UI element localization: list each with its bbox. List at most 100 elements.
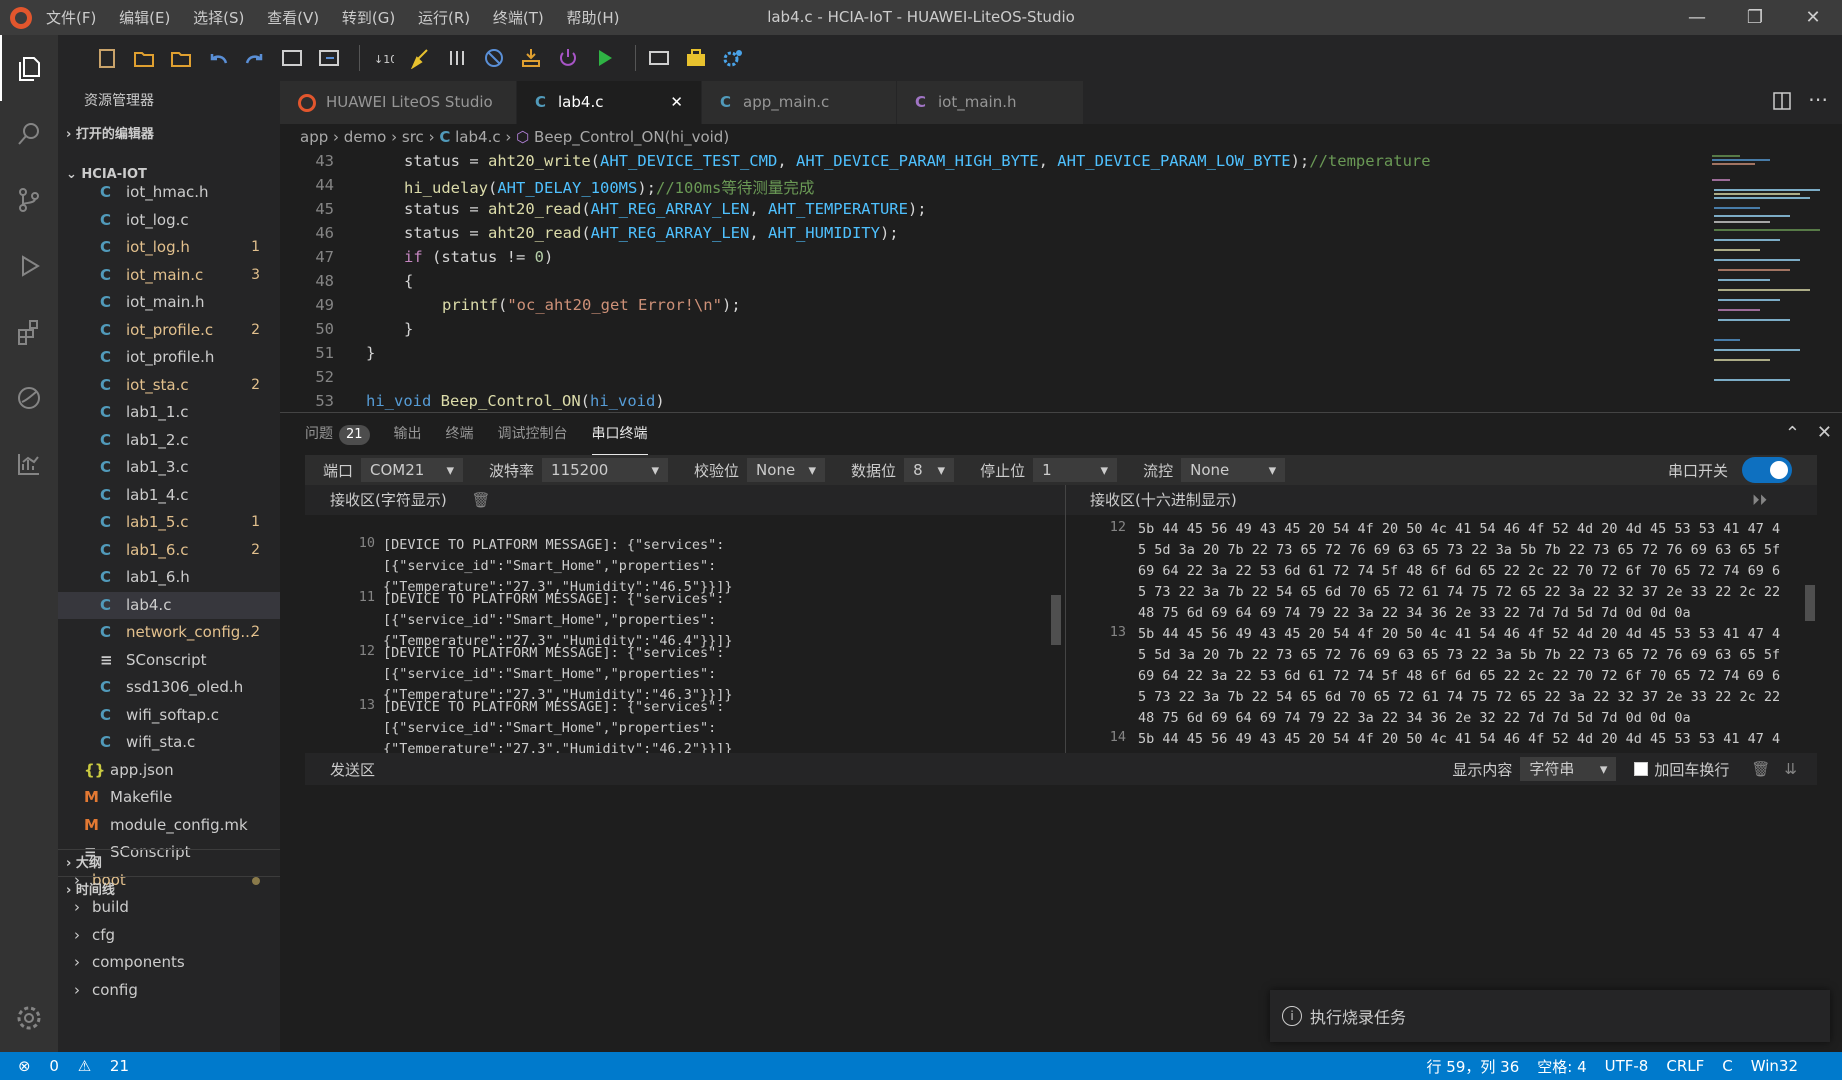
menu-edit[interactable]: 编辑(E) xyxy=(119,9,170,27)
close-panel-icon[interactable]: ✕ xyxy=(1817,422,1832,443)
close-tab-icon[interactable]: ✕ xyxy=(670,81,683,124)
file-item[interactable]: Clab1_2.c xyxy=(58,427,280,455)
file-item[interactable]: Ciot_log.h 1 xyxy=(58,234,280,262)
power-icon[interactable] xyxy=(553,43,583,73)
folder-item[interactable]: › config xyxy=(58,977,280,1005)
tab-serial-terminal[interactable]: 串口终端 xyxy=(591,413,648,455)
tab-app-main-c[interactable]: C app_main.c xyxy=(702,81,897,124)
undo-icon[interactable] xyxy=(203,43,233,73)
new-project-icon[interactable] xyxy=(92,43,122,73)
burn-icon[interactable] xyxy=(516,43,546,73)
breadcrumb-file[interactable]: lab4.c xyxy=(455,128,500,146)
window-icon[interactable] xyxy=(277,43,307,73)
fast-forward-icon[interactable]: ⏵⏵ xyxy=(1752,485,1767,515)
menu-go[interactable]: 转到(G) xyxy=(342,9,395,27)
minimap[interactable] xyxy=(1700,150,1842,412)
search-icon[interactable] xyxy=(0,101,58,167)
display-content-select[interactable]: 字符串 ▾ xyxy=(1520,757,1617,781)
clean-icon[interactable] xyxy=(405,43,435,73)
breadcrumb-symbol[interactable]: Beep_Control_ON(hi_void) xyxy=(534,128,729,146)
maximize-button[interactable]: ❐ xyxy=(1726,0,1784,35)
menu-selection[interactable]: 选择(S) xyxy=(193,9,244,27)
file-item[interactable]: M Makefile xyxy=(58,784,280,812)
eol-status[interactable]: CRLF xyxy=(1666,1057,1704,1075)
project-settings-icon[interactable] xyxy=(718,43,748,73)
file-item[interactable]: Clab1_5.c 1 xyxy=(58,509,280,537)
stop-icon[interactable] xyxy=(479,43,509,73)
serial-icon[interactable] xyxy=(644,43,674,73)
trash-icon[interactable]: 🗑 xyxy=(472,491,491,509)
menu-help[interactable]: 帮助(H) xyxy=(567,9,620,27)
toolbox-icon[interactable] xyxy=(681,43,711,73)
trash-icon[interactable]: 🗑 xyxy=(1751,760,1770,778)
flow-select[interactable]: None ▾ xyxy=(1181,458,1286,482)
file-item[interactable]: Ciot_hmac.h xyxy=(58,179,280,207)
tab-liteos-studio[interactable]: HUAWEI LiteOS Studio xyxy=(280,81,517,124)
explorer-icon[interactable] xyxy=(0,35,58,101)
tab-lab4-c[interactable]: C lab4.c ✕ xyxy=(517,81,702,124)
file-item[interactable]: Clab1_4.c xyxy=(58,482,280,510)
open-folder-icon[interactable] xyxy=(129,43,159,73)
more-actions-icon[interactable]: ⋯ xyxy=(1808,87,1828,111)
file-item[interactable]: Ciot_main.c 3 xyxy=(58,262,280,290)
settings-gear-icon[interactable] xyxy=(0,985,58,1051)
scrollbar[interactable] xyxy=(1051,595,1061,645)
import-folder-icon[interactable] xyxy=(166,43,196,73)
platform-status[interactable]: Win32 xyxy=(1751,1057,1798,1075)
file-item[interactable]: {} app.json xyxy=(58,757,280,785)
problems-status[interactable]: ⊗ 0 ⚠ 21 xyxy=(18,1057,143,1075)
menu-run[interactable]: 运行(R) xyxy=(418,9,470,27)
encoding-status[interactable]: UTF-8 xyxy=(1605,1057,1649,1075)
extensions-icon[interactable] xyxy=(0,299,58,365)
file-item[interactable]: Ciot_sta.c 2 xyxy=(58,372,280,400)
redo-icon[interactable] xyxy=(240,43,270,73)
menu-view[interactable]: 查看(V) xyxy=(267,9,319,27)
run-debug-icon[interactable] xyxy=(0,233,58,299)
folder-item[interactable]: › components xyxy=(58,949,280,977)
close-window-button[interactable]: ✕ xyxy=(1784,0,1842,35)
file-item[interactable]: Ciot_profile.c 2 xyxy=(58,317,280,345)
double-chevron-down-icon[interactable]: ⇊ xyxy=(1784,760,1797,778)
tab-output[interactable]: 输出 xyxy=(394,413,422,455)
folder-item[interactable]: › cfg xyxy=(58,922,280,950)
compile-icon[interactable]: ↓10 xyxy=(368,43,398,73)
file-item[interactable]: Cwifi_softap.c xyxy=(58,702,280,730)
breadcrumb-demo[interactable]: demo xyxy=(344,128,387,146)
code-editor[interactable]: 43 44 45 46 47 48 49 50 51 52 53 status … xyxy=(280,150,1700,412)
file-item[interactable]: Cssd1306_oled.h xyxy=(58,674,280,702)
language-status[interactable]: C xyxy=(1722,1057,1732,1075)
run-icon[interactable] xyxy=(590,43,620,73)
file-item[interactable]: Clab1_6.c 2 xyxy=(58,537,280,565)
stopbits-select[interactable]: 1 ▾ xyxy=(1033,458,1118,482)
rx-string-body[interactable]: 10 [DEVICE TO PLATFORM MESSAGE]: {"servic… xyxy=(305,515,1065,753)
open-editors-section[interactable]: › 打开的编辑器 xyxy=(58,121,280,149)
serial-switch-toggle[interactable] xyxy=(1742,457,1792,483)
file-item[interactable]: Cwifi_sta.c xyxy=(58,729,280,757)
timeline-section[interactable]: › 时间线 xyxy=(58,876,280,905)
file-item[interactable]: Cnetwork_config... 2 xyxy=(58,619,280,647)
rx-hex-body[interactable]: 12 5b 44 45 56 49 43 45 20 54 4f 20 50 4c… xyxy=(1066,515,1817,753)
tab-iot-main-h[interactable]: C iot_main.h xyxy=(897,81,1084,124)
rebuild-icon[interactable] xyxy=(442,43,472,73)
parity-select[interactable]: None ▾ xyxy=(747,458,826,482)
file-item[interactable]: Mmodule_config.mk xyxy=(58,812,280,840)
scrollbar[interactable] xyxy=(1805,585,1815,621)
source-control-icon[interactable] xyxy=(0,167,58,233)
cursor-position[interactable]: 行 59，列 36 xyxy=(1427,1056,1520,1077)
file-item[interactable]: Ciot_profile.h xyxy=(58,344,280,372)
liteos-icon[interactable] xyxy=(0,365,58,431)
file-item[interactable]: Clab1_1.c xyxy=(58,399,280,427)
export-icon[interactable] xyxy=(314,43,344,73)
tab-debug-console[interactable]: 调试控制台 xyxy=(498,413,568,455)
menu-file[interactable]: 文件(F) xyxy=(46,9,96,27)
breadcrumb-src[interactable]: src xyxy=(402,128,424,146)
file-item[interactable]: Ciot_log.c xyxy=(58,207,280,235)
port-select[interactable]: COM21 ▾ xyxy=(361,458,464,482)
file-item[interactable]: Clab1_6.h xyxy=(58,564,280,592)
crlf-checkbox[interactable] xyxy=(1634,762,1649,776)
file-item[interactable]: Ciot_main.h xyxy=(58,289,280,317)
tab-problems[interactable]: 问题 21 xyxy=(305,413,370,455)
indentation-status[interactable]: 空格: 4 xyxy=(1537,1056,1586,1077)
databits-select[interactable]: 8 ▾ xyxy=(904,458,955,482)
breadcrumb-app[interactable]: app xyxy=(300,128,328,146)
